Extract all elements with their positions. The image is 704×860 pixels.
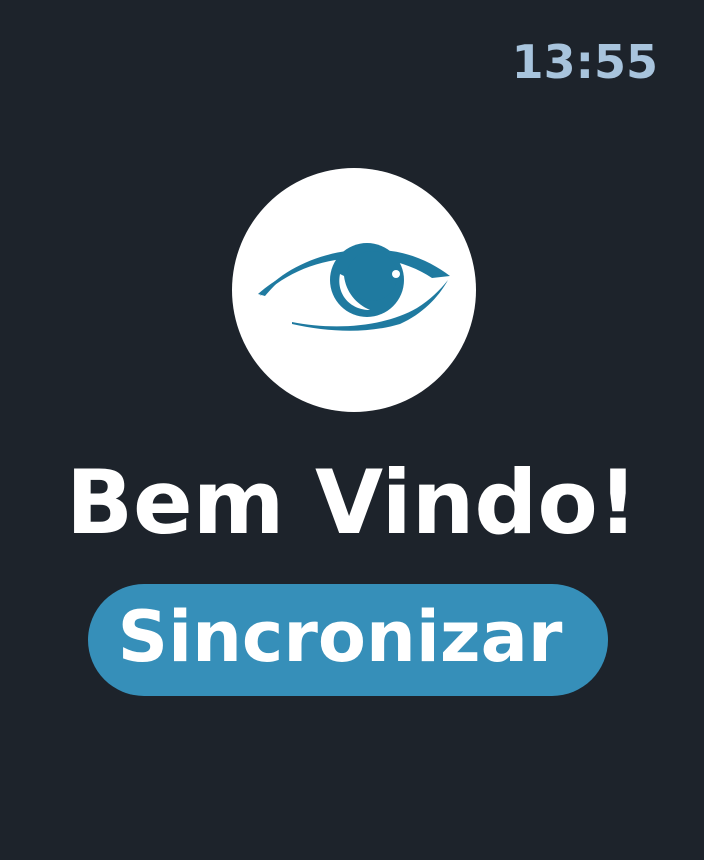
app-logo	[232, 168, 476, 412]
sync-button[interactable]: Sincronizar	[88, 584, 608, 696]
status-clock: 13:55	[511, 35, 658, 89]
watch-screen: 13:55 Bem Vindo! Sincronizar	[0, 0, 704, 860]
sync-button-label: Sincronizar	[117, 596, 563, 678]
welcome-heading: Bem Vindo!	[65, 451, 639, 554]
eye-icon	[258, 243, 450, 331]
